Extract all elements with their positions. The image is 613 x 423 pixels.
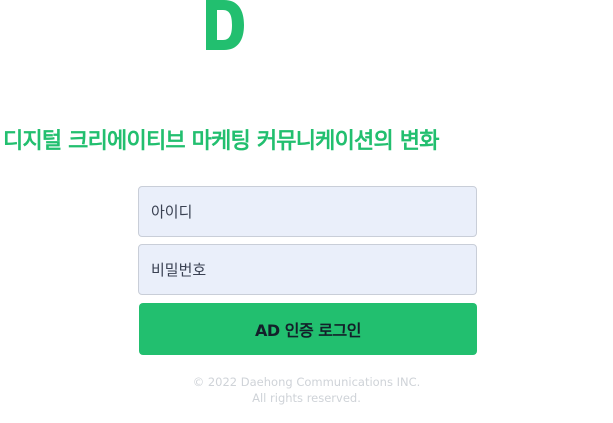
rights-text: All rights reserved. bbox=[252, 391, 361, 405]
tagline: 디지털 크리에이티브 마케팅 커뮤니케이션의 변화 bbox=[3, 129, 439, 154]
password-input[interactable] bbox=[138, 244, 477, 295]
copyright-text: © 2022 Daehong Communications INC. bbox=[192, 375, 421, 389]
footer: © 2022 Daehong Communications INC. All r… bbox=[0, 374, 613, 406]
daehong-logo bbox=[206, 0, 244, 50]
login-page: D 디지털 크리에이티브 마케팅 커뮤니케이션의 변화 AD 인증 로그인 © … bbox=[0, 0, 613, 423]
ad-login-button[interactable]: AD 인증 로그인 bbox=[139, 303, 477, 355]
id-input[interactable] bbox=[138, 186, 477, 237]
